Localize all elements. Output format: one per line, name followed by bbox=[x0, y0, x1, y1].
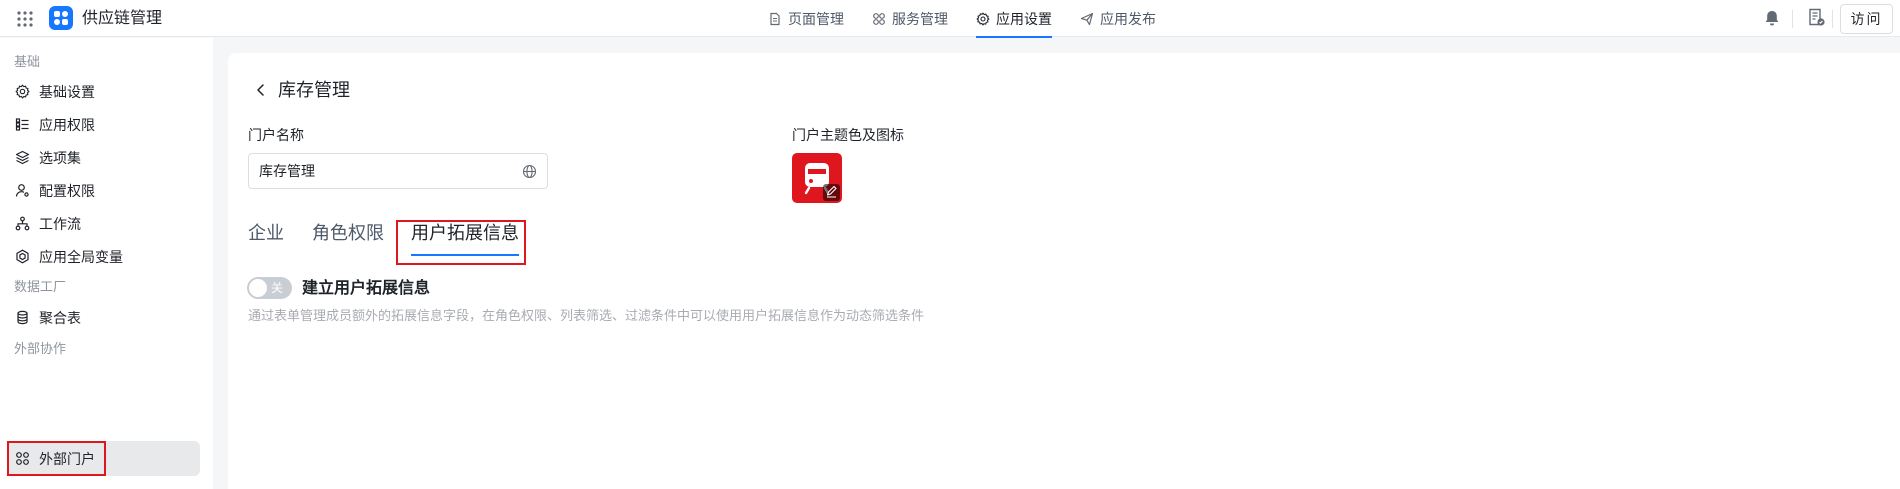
sidebar-item-label: 外部门户 bbox=[39, 451, 95, 468]
divider bbox=[1792, 10, 1793, 28]
sidebar-item-aggregate-table[interactable]: 聚合表 bbox=[7, 300, 200, 335]
nav-service-management[interactable]: 服务管理 bbox=[858, 0, 962, 37]
sidebar-item-config-permissions[interactable]: 配置权限 bbox=[7, 173, 200, 208]
nav-label: 应用发布 bbox=[1100, 11, 1156, 28]
grid-icon[interactable] bbox=[16, 10, 34, 28]
toggle-state-label: 关 bbox=[271, 281, 284, 295]
nav-label: 页面管理 bbox=[788, 11, 844, 28]
edit-icon[interactable] bbox=[823, 184, 840, 201]
hexagon-icon bbox=[16, 249, 29, 264]
extension-description: 通过表单管理成员额外的拓展信息字段，在角色权限、列表筛选、过滤条件中可以使用用户… bbox=[248, 309, 925, 324]
sidebar-item-option-sets[interactable]: 选项集 bbox=[7, 140, 200, 175]
app-name: 供应链管理 bbox=[82, 8, 163, 27]
extension-toggle[interactable]: 关 bbox=[247, 277, 292, 299]
sidebar-item-label: 工作流 bbox=[39, 216, 81, 233]
settings-icon bbox=[976, 11, 990, 26]
toggle-knob bbox=[249, 279, 267, 297]
sidebar-item-basic-settings[interactable]: 基础设置 bbox=[7, 74, 200, 109]
apps-icon bbox=[16, 452, 29, 465]
nav-app-settings[interactable]: 应用设置 bbox=[962, 0, 1066, 38]
sidebar-item-label: 基础设置 bbox=[39, 84, 95, 101]
sidebar-item-label: 聚合表 bbox=[39, 310, 81, 327]
sidebar-group-title: 外部协作 bbox=[14, 342, 67, 357]
layers-icon bbox=[15, 150, 30, 165]
sidebar-item-label: 配置权限 bbox=[39, 183, 95, 200]
globe-icon[interactable] bbox=[522, 164, 537, 179]
sidebar-item-label: 应用全局变量 bbox=[39, 249, 123, 266]
sidebar-item-label: 应用权限 bbox=[39, 117, 95, 134]
page-title: 库存管理 bbox=[278, 80, 350, 101]
nav-label: 应用设置 bbox=[996, 11, 1052, 28]
extension-title: 建立用户拓展信息 bbox=[302, 278, 431, 297]
portal-name-input[interactable] bbox=[248, 153, 548, 189]
list-icon bbox=[15, 118, 29, 131]
back-icon[interactable] bbox=[254, 83, 268, 97]
nav-label: 服务管理 bbox=[892, 11, 948, 28]
send-icon bbox=[1080, 12, 1094, 25]
sidebar-item-external-portal[interactable]: 外部门户 bbox=[7, 441, 200, 476]
tab-role-permissions[interactable]: 角色权限 bbox=[312, 223, 384, 245]
sidebar-item-workflow[interactable]: 工作流 bbox=[7, 206, 200, 241]
workflow-icon bbox=[15, 216, 30, 231]
visit-button[interactable]: 访问 bbox=[1840, 4, 1893, 34]
main-nav: 页面管理 服务管理 应用设置 应用发布 bbox=[754, 0, 1170, 38]
app-logo-icon[interactable] bbox=[49, 6, 73, 30]
gear-icon bbox=[15, 84, 30, 99]
nav-app-publish[interactable]: 应用发布 bbox=[1066, 0, 1170, 37]
theme-label: 门户主题色及图标 bbox=[792, 128, 904, 144]
sidebar: 基础 基础设置 应用权限 选项集 配置权限 工作流 应用全局变量 数据工厂 聚合… bbox=[0, 38, 213, 489]
database-icon bbox=[17, 310, 28, 325]
document-icon[interactable] bbox=[1807, 8, 1826, 27]
sidebar-item-app-permissions[interactable]: 应用权限 bbox=[7, 107, 200, 142]
divider bbox=[1832, 10, 1833, 28]
service-icon bbox=[873, 12, 885, 25]
sidebar-group-title: 基础 bbox=[14, 55, 41, 70]
sidebar-group-title: 数据工厂 bbox=[14, 280, 67, 295]
tab-enterprise[interactable]: 企业 bbox=[248, 223, 284, 245]
bell-icon[interactable] bbox=[1763, 9, 1781, 27]
sidebar-item-global-variables[interactable]: 应用全局变量 bbox=[7, 239, 200, 274]
top-bar: 供应链管理 页面管理 服务管理 应用设置 应用发布 访问 bbox=[0, 0, 1900, 38]
portal-name-label: 门户名称 bbox=[248, 128, 304, 144]
main-panel: 库存管理 门户名称 门户主题色及图标 企业 角色权限 用户拓展信息 关 建立用户… bbox=[228, 53, 1900, 489]
page-icon bbox=[770, 12, 780, 25]
user-key-icon bbox=[15, 184, 29, 197]
nav-page-management[interactable]: 页面管理 bbox=[754, 0, 858, 37]
tab-user-extension[interactable]: 用户拓展信息 bbox=[411, 223, 519, 256]
portal-icon[interactable] bbox=[792, 153, 842, 203]
sidebar-item-label: 选项集 bbox=[39, 150, 81, 167]
